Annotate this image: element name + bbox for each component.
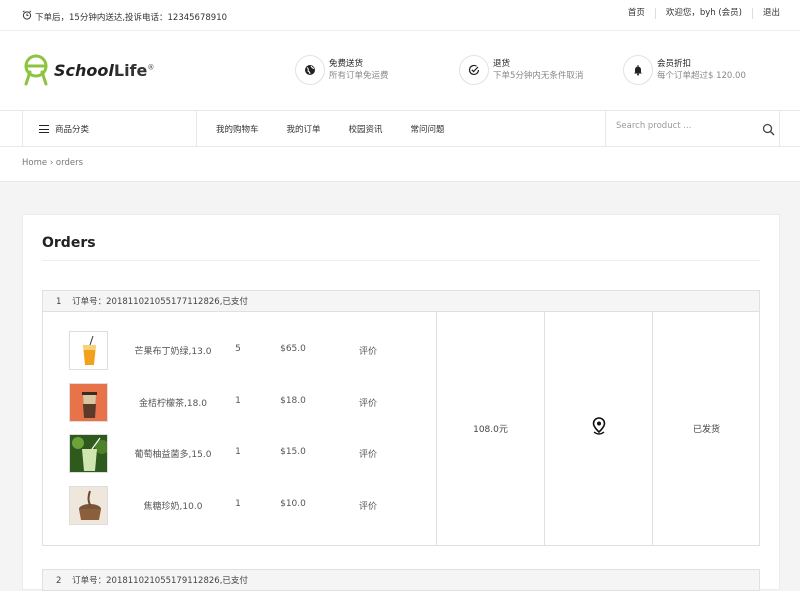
product-name: 焦糖珍奶,10.0 <box>143 502 203 512</box>
search-icon[interactable] <box>762 123 775 139</box>
product-price: $65.0 <box>280 344 306 354</box>
breadcrumb: Home › orders <box>0 147 800 182</box>
order-index: 2 <box>56 576 62 586</box>
search-box <box>605 111 780 147</box>
product-name: 金桔柠檬茶,18.0 <box>139 399 207 409</box>
top-links: 首页 欢迎您，byh (会员) 退出 <box>618 8 780 19</box>
product-qty: 1 <box>235 447 241 457</box>
order-body: 芒果布丁奶绿,13.0 5 $65.0 评价 金桔柠檬茶,18.0 1 $18.… <box>42 311 760 546</box>
main-nav: 商品分类 我的购物车 我的订单 校园资讯 常问问题 <box>0 110 800 147</box>
nav-link-orders[interactable]: 我的订单 <box>287 123 321 135</box>
product-price: $18.0 <box>280 396 306 406</box>
order-header: 2 订单号：20181102105517911282​6,已支付 <box>42 569 760 591</box>
logo-text-life: Life <box>113 60 148 80</box>
product-qty: 1 <box>235 396 241 406</box>
order-item: 金桔柠檬茶,18.0 1 $18.0 评价 <box>43 383 436 423</box>
order-header: 1 订单号：20181102105517711282​6,已支付 <box>42 290 760 312</box>
order-location-cell <box>544 311 652 545</box>
order-item: 芒果布丁奶绿,13.0 5 $65.0 评价 <box>43 331 436 371</box>
globe-icon <box>295 55 325 85</box>
top-notice-text: 下单后，15分钟内送达,投诉电话：12345678910 <box>35 12 228 23</box>
feature-desc: 下单5分钟内无条件取消 <box>493 71 584 81</box>
title-divider <box>42 260 760 261</box>
breadcrumb-current: orders <box>55 158 84 168</box>
nav-link-faq[interactable]: 常问问题 <box>411 123 445 135</box>
review-link[interactable]: 评价 <box>348 344 388 357</box>
top-notice: 下单后，15分钟内送达,投诉电话：12345678910 <box>22 10 227 23</box>
review-link[interactable]: 评价 <box>348 396 388 409</box>
alarm-clock-icon <box>22 10 32 23</box>
feature-desc: 所有订单免运费 <box>329 71 389 81</box>
feature-desc: 每个订单超过$ 120.00 <box>657 71 746 81</box>
product-image <box>69 486 108 525</box>
check-circle-icon <box>459 55 489 85</box>
logout-link[interactable]: 退出 <box>751 8 780 19</box>
logo-registered-mark: ® <box>147 63 155 72</box>
site-header: SchoolLife® 免费送货 所有订单免运费 退货 下单5分钟内无条件取消 … <box>0 31 800 110</box>
product-image <box>69 434 108 473</box>
logo-mascot-icon <box>24 54 48 86</box>
orders-panel: Orders 1 订单号：20181102105517711282​6,已支付 … <box>22 214 780 591</box>
feature-title: 免费送货 <box>329 59 364 69</box>
category-label: 商品分类 <box>55 125 90 135</box>
bell-icon <box>623 55 653 85</box>
map-pin-icon[interactable] <box>591 416 607 440</box>
logo-text-school: School <box>54 60 114 80</box>
breadcrumb-home[interactable]: Home <box>22 158 47 168</box>
logo-text: SchoolLife® <box>54 61 154 80</box>
order-total: 108.0元 <box>473 424 508 435</box>
review-link[interactable]: 评价 <box>348 499 388 512</box>
order-number: 订单号：20181102105517911282​6,已支付 <box>72 576 248 586</box>
search-input[interactable] <box>616 121 746 131</box>
site-logo[interactable]: SchoolLife® <box>22 54 154 86</box>
breadcrumb-separator: › <box>49 158 54 168</box>
home-link[interactable]: 首页 <box>618 8 655 19</box>
product-qty: 5 <box>235 344 241 354</box>
page-title: Orders <box>42 235 96 251</box>
user-welcome-link[interactable]: 欢迎您，byh (会员) <box>654 8 752 19</box>
feature-title: 会员折扣 <box>657 59 692 69</box>
product-name: 芒果布丁奶绿,13.0 <box>134 347 212 357</box>
order-index: 1 <box>56 297 62 307</box>
feature-returns: 退货 下单5分钟内无条件取消 <box>459 55 583 85</box>
top-bar: 下单后，15分钟内送达,投诉电话：12345678910 首页 欢迎您，byh … <box>0 0 800 31</box>
nav-links: 我的购物车 我的订单 校园资讯 常问问题 <box>216 123 473 135</box>
feature-free-delivery: 免费送货 所有订单免运费 <box>295 55 389 85</box>
nav-link-campus-news[interactable]: 校园资讯 <box>349 123 383 135</box>
order-item: 焦糖珍奶,10.0 1 $10.0 评价 <box>43 486 436 526</box>
order-status-cell: 已发货 <box>652 311 760 545</box>
product-qty: 1 <box>235 499 241 509</box>
review-link[interactable]: 评价 <box>348 447 388 460</box>
product-name: 葡萄柚益菌多,15.0 <box>134 450 212 460</box>
order-item: 葡萄柚益菌多,15.0 1 $15.0 评价 <box>43 434 436 474</box>
product-price: $10.0 <box>280 499 306 509</box>
feature-member-discount: 会员折扣 每个订单超过$ 120.00 <box>623 55 746 85</box>
order-status: 已发货 <box>692 424 720 435</box>
order-total-cell: 108.0元 <box>436 311 544 545</box>
product-price: $15.0 <box>280 447 306 457</box>
product-image <box>69 331 108 370</box>
nav-link-cart[interactable]: 我的购物车 <box>216 123 259 135</box>
order-number: 订单号：20181102105517711282​6,已支付 <box>72 297 248 307</box>
product-image <box>69 383 108 422</box>
hamburger-icon <box>39 125 49 133</box>
feature-title: 退货 <box>493 59 511 69</box>
category-menu-button[interactable]: 商品分类 <box>22 111 197 147</box>
